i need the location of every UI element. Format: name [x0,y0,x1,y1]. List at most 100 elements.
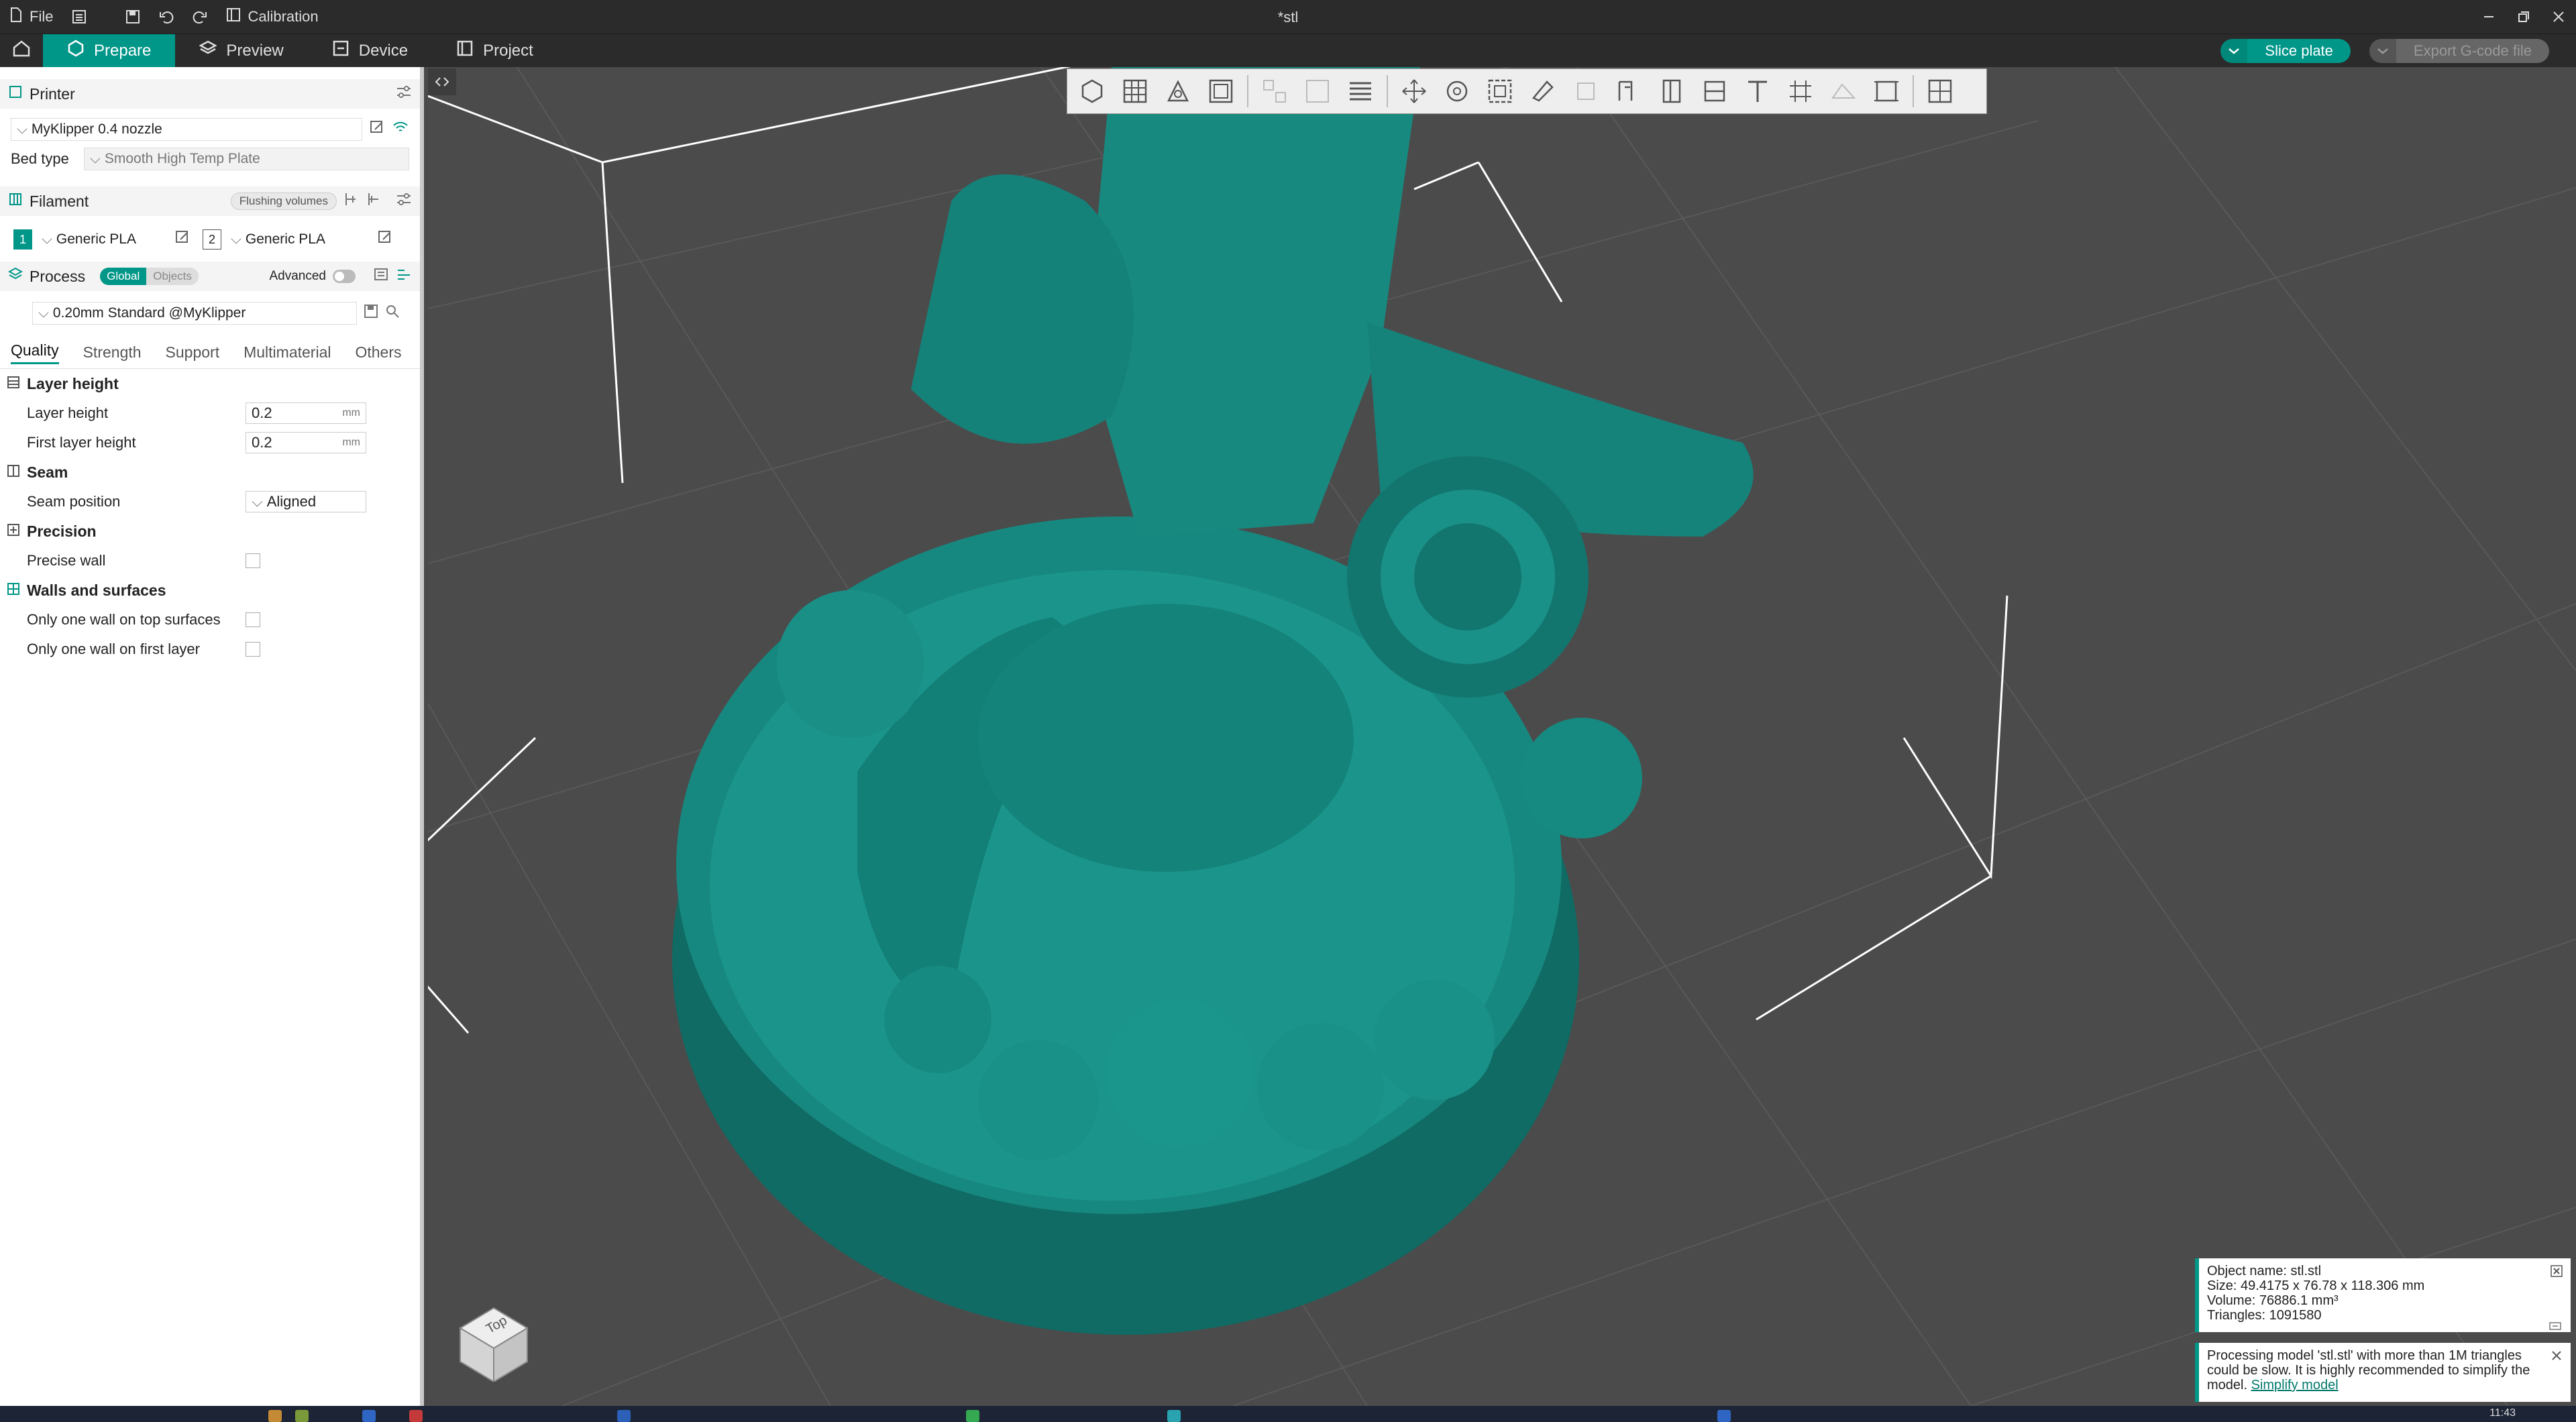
slice-dropdown-icon[interactable] [2220,39,2248,63]
taskbar-app-icon[interactable] [362,1410,376,1422]
global-option[interactable]: Global [100,268,147,285]
collapse-sidebar-button[interactable] [428,68,456,95]
tab-prepare[interactable]: Prepare [43,34,176,67]
flushing-volumes-button[interactable]: Flushing volumes [230,193,337,210]
first-layer-height-unit: mm [342,437,360,448]
printer-settings-icon[interactable] [396,85,412,103]
3d-model[interactable] [672,67,1754,1335]
close-icon[interactable] [2549,1264,2564,1278]
printer-select[interactable]: ⌵ MyKlipper 0.4 nozzle [11,118,362,141]
project-icon [456,40,474,62]
first-layer-height-input[interactable]: 0.2 mm [246,432,366,453]
restore-icon[interactable] [2506,0,2541,34]
global-objects-toggle[interactable]: Global Objects [100,268,199,285]
arrange-icon[interactable] [1204,74,1238,108]
slice-plate-button[interactable]: Slice plate [2220,39,2351,63]
tab-project[interactable]: Project [432,34,557,67]
precise-wall-row: Precise wall [0,546,420,576]
edit-filament-1-icon[interactable] [174,229,191,250]
3d-viewport[interactable]: Top [428,67,2576,1406]
seam-paint-icon[interactable] [1655,74,1688,108]
taskbar-app-icon[interactable] [409,1410,423,1422]
seam-position-select[interactable]: ⌵ Aligned [246,491,366,512]
tab-quality[interactable]: Quality [11,341,59,364]
cut-icon[interactable] [1569,74,1603,108]
save-preset-icon[interactable] [364,304,378,323]
save-icon[interactable] [116,0,150,34]
chevron-down-icon: ⌵ [89,151,101,166]
first-layer-height-label: First layer height [27,434,136,451]
taskbar-app-icon[interactable] [617,1410,631,1422]
process-settings-icon[interactable] [396,267,412,286]
lay-on-face-icon[interactable] [1526,74,1560,108]
text-icon[interactable] [1741,74,1774,108]
home-button[interactable] [0,34,43,67]
emboss-icon[interactable] [1784,74,1817,108]
taskbar-app-icon[interactable] [1167,1410,1181,1422]
minimize-icon[interactable] [2471,0,2506,34]
split-objects-icon[interactable] [1258,74,1291,108]
layer-height-input[interactable]: 0.2 mm [246,402,366,424]
support-paint-icon[interactable] [1612,74,1646,108]
calibration-menu[interactable]: Calibration [217,0,327,34]
chevron-down-icon: ⌵ [42,231,52,247]
tab-strength[interactable]: Strength [83,343,142,362]
one-wall-top-checkbox[interactable] [246,612,260,627]
objects-option[interactable]: Objects [146,268,199,285]
toggle-view-icon[interactable] [1923,74,1957,108]
rotate-icon[interactable] [1440,74,1474,108]
taskbar-app-icon[interactable] [295,1410,309,1422]
undo-icon[interactable] [150,0,183,34]
navigation-cube[interactable]: Top [447,1288,541,1383]
bed-type-select[interactable]: ⌵ Smooth High Temp Plate [83,148,409,170]
wifi-icon[interactable] [392,119,409,140]
taskbar-app-icon[interactable] [268,1410,282,1422]
printer-section-header: Printer [0,79,420,109]
advanced-toggle[interactable] [333,270,356,283]
minimize-notification-icon[interactable] [2549,1319,2564,1330]
filament-slot-2-select[interactable]: ⌵ Generic PLA [225,228,373,251]
walls-icon [7,582,20,600]
tab-preview[interactable]: Preview [175,34,307,67]
filament-slot-2-number[interactable]: 2 [203,229,221,250]
filament-slot-1-select[interactable]: ⌵ Generic PLA [36,228,170,251]
tab-device[interactable]: Device [308,34,432,67]
tab-support[interactable]: Support [166,343,220,362]
process-section-header: Process Global Objects Advanced [0,262,420,291]
scale-icon[interactable] [1483,74,1517,108]
add-plate-icon[interactable] [1118,74,1152,108]
scene-canvas[interactable] [428,67,2576,1406]
add-filament-icon[interactable] [343,192,360,211]
split-parts-icon[interactable] [1301,74,1334,108]
precise-wall-checkbox[interactable] [246,553,260,568]
filament-settings-icon[interactable] [396,192,412,211]
compare-icon[interactable] [373,267,389,286]
auto-orient-icon[interactable] [1161,74,1195,108]
assembly-icon[interactable] [1827,74,1860,108]
measure-icon[interactable] [1870,74,1903,108]
color-paint-icon[interactable] [1698,74,1731,108]
menu-icon[interactable] [62,0,96,34]
taskbar-app-icon[interactable] [966,1410,979,1422]
redo-icon[interactable] [183,0,217,34]
file-menu[interactable]: File [0,0,62,34]
tab-others[interactable]: Others [355,343,401,362]
export-dropdown-icon[interactable] [2369,39,2396,63]
edit-filament-2-icon[interactable] [377,229,393,250]
simplify-model-link[interactable]: Simplify model [2251,1378,2339,1392]
search-icon[interactable] [385,304,400,323]
process-preset-select[interactable]: ⌵ 0.20mm Standard @MyKlipper [32,302,357,325]
one-wall-first-checkbox[interactable] [246,642,260,657]
edit-printer-icon[interactable] [369,119,385,140]
close-icon[interactable] [2549,1348,2564,1363]
tab-multimaterial[interactable]: Multimaterial [244,343,331,362]
chevron-down-icon: ⌵ [252,493,263,510]
export-gcode-button[interactable]: Export G-code file [2369,39,2549,63]
filament-slot-1-number[interactable]: 1 [13,229,32,250]
close-window-icon[interactable] [2541,0,2576,34]
move-icon[interactable] [1397,74,1431,108]
variable-layer-icon[interactable] [1344,74,1377,108]
taskbar-app-icon[interactable] [1717,1410,1731,1422]
add-object-icon[interactable] [1075,74,1109,108]
remove-filament-icon[interactable] [366,192,382,211]
